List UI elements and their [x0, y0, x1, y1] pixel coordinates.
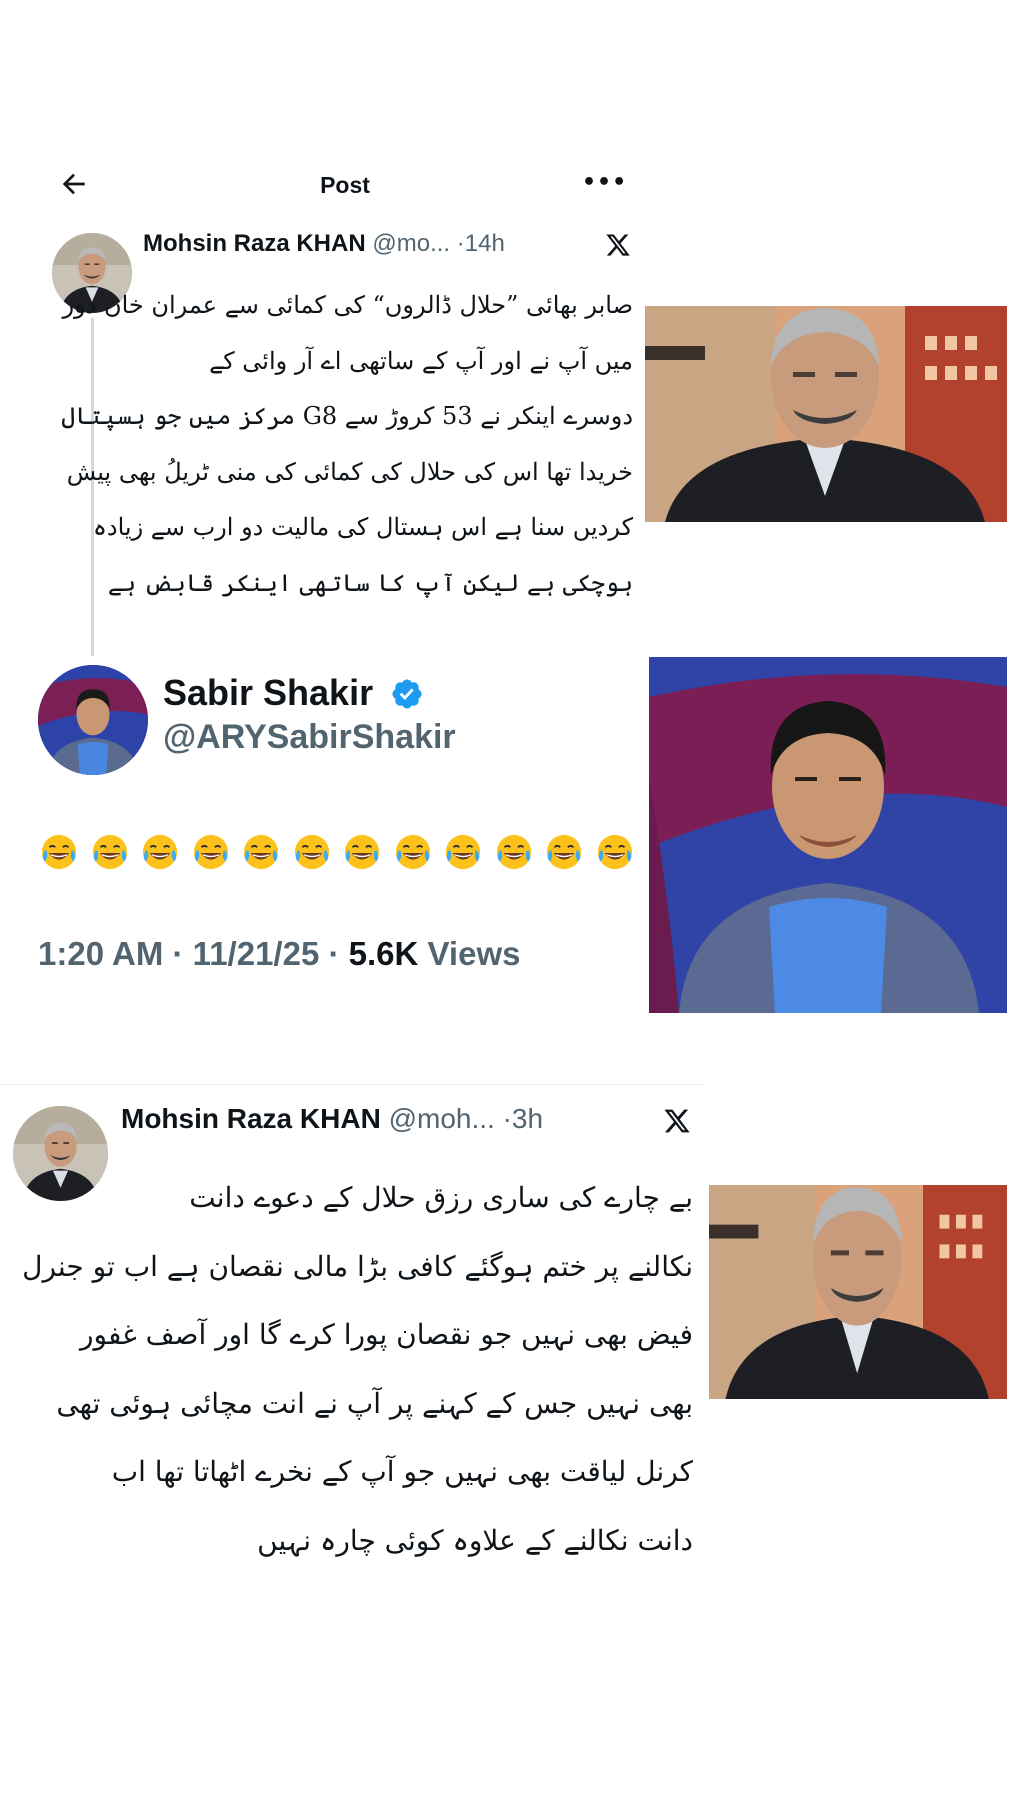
tweet-text-line: صابر بھائی ”حلال ڈالروں“ کی کمائی سے عمر… — [62, 291, 633, 319]
tweet-time[interactable]: 3h — [512, 1103, 543, 1134]
face-with-tears-of-joy-icon — [40, 833, 78, 871]
tweet-text: بے چارے کی ساری رزق حلال کے دعوے دانت نک… — [22, 1164, 693, 1575]
face-with-tears-of-joy-icon — [343, 833, 381, 871]
post-time[interactable]: 1:20 AM — [38, 935, 163, 972]
face-with-tears-of-joy-icon — [394, 833, 432, 871]
author-name[interactable]: Mohsin Raza KHAN — [143, 230, 366, 257]
separator-dot: · — [502, 1103, 512, 1134]
tweet-photo[interactable] — [709, 1185, 1007, 1399]
tweet-text: صابر بھائی ”حلال ڈالروں“ کی کمائی سے عمر… — [61, 278, 633, 611]
x-logo-icon — [663, 1107, 691, 1135]
verified-badge-icon — [390, 677, 424, 711]
face-with-tears-of-joy-icon — [444, 833, 482, 871]
author-name[interactable]: Mohsin Raza KHAN — [121, 1103, 381, 1134]
tweet-text-line: فیض بھی نہیں جو نقصان پورا کرے گا اور آص… — [79, 1318, 693, 1351]
face-with-tears-of-joy-icon — [192, 833, 230, 871]
quoted-author-handle[interactable]: @ARYSabirShakir — [163, 718, 456, 757]
face-with-tears-of-joy-icon — [596, 833, 634, 871]
tweet-text-line: بے چارے کی ساری رزق حلال کے دعوے دانت — [189, 1181, 693, 1214]
more-options-button[interactable]: ••• — [582, 170, 626, 200]
face-with-tears-of-joy-icon — [293, 833, 331, 871]
emoji-row — [40, 833, 650, 883]
face-with-tears-of-joy-icon — [495, 833, 533, 871]
face-with-tears-of-joy-icon — [242, 833, 280, 871]
quoted-author-name[interactable]: Sabir Shakir — [163, 672, 373, 714]
x-logo-icon — [605, 232, 631, 258]
tweet-text-line: خریدا تھا اس کی حلال کی کمائی کی منی ٹری… — [66, 457, 633, 486]
tweet-header: Mohsin Raza KHAN @moh... ·3h — [121, 1103, 543, 1135]
tweet-text-line: کرنل لیاقت بھی نہیں جو آپ کے نخرے اٹھاتا… — [111, 1455, 693, 1488]
post-date[interactable]: 11/21/25 — [193, 935, 320, 972]
tweet-text-line: میں آپ نے اور آپ کے ساتھی اے آر وائی کے — [209, 346, 633, 375]
separator-dot: · — [319, 935, 349, 972]
face-with-tears-of-joy-icon — [141, 833, 179, 871]
tweet-text-line: نکالنے پر ختم ہوگئے کافی بڑا مالی نقصان … — [22, 1249, 693, 1283]
avatar-sabir[interactable] — [38, 665, 148, 775]
author-handle[interactable]: @moh... — [389, 1103, 495, 1134]
face-with-tears-of-joy-icon — [545, 833, 583, 871]
separator-dot: · — [163, 935, 193, 972]
tweet-text-line: دوسرے اینکر نے 53 کروڑ سے G8 مرکز میں جو… — [61, 402, 633, 430]
separator-dot: · — [456, 230, 465, 257]
views-label: Views — [418, 935, 521, 972]
tweet-photo[interactable] — [645, 306, 1007, 522]
author-handle[interactable]: @mo... — [372, 230, 450, 257]
sabir-photo[interactable] — [649, 657, 1007, 1013]
tweet-text-line: دانت نکالنے کے علاوہ کوئی چارہ نہیں — [257, 1523, 693, 1557]
tweet-text-line: ہوچکی ہے لیکن آپ کا ساتھی اینکر قابض ہے — [107, 568, 633, 597]
views-count[interactable]: 5.6K — [349, 935, 419, 972]
tweet-time[interactable]: 14h — [465, 230, 505, 257]
face-with-tears-of-joy-icon — [91, 833, 129, 871]
divider — [0, 1084, 708, 1085]
tweet-text-line: بھی نہیں جس کے کہنے پر آپ نے انت مچائی ہ… — [56, 1386, 693, 1420]
post-metadata: 1:20 AM · 11/21/25 · 5.6K Views — [38, 935, 520, 973]
tweet-header: Mohsin Raza KHAN @mo... ·14h — [143, 230, 505, 258]
tweet-text-line: کردیں سنا ہے اس ہستال کی مالیت دو ارب سے… — [92, 513, 633, 541]
avatar-mohsin[interactable] — [13, 1106, 108, 1201]
